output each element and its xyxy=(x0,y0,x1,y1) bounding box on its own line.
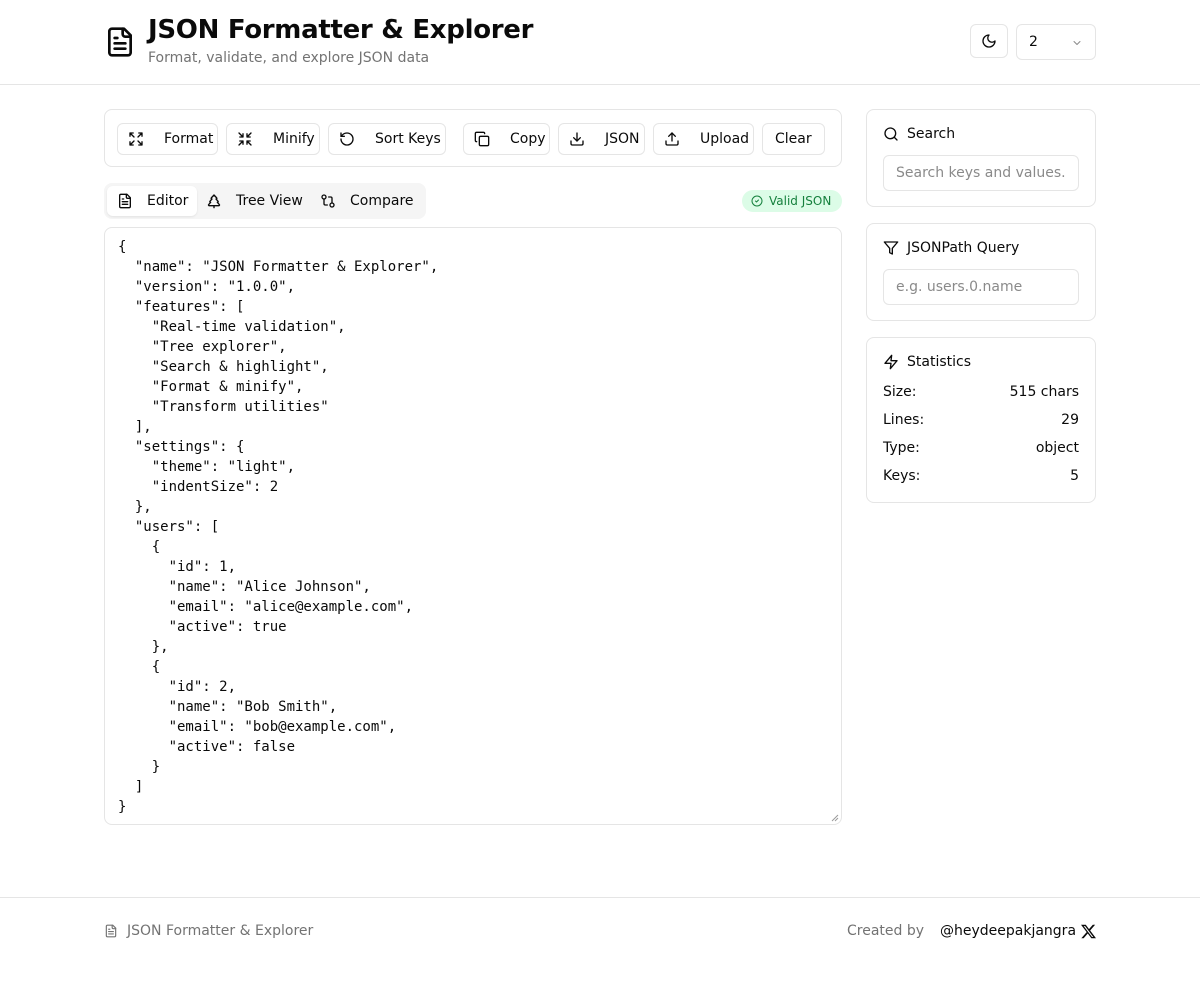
jsonpath-card-header: JSONPath Query xyxy=(883,240,1019,256)
jsonpath-card: JSONPath Query xyxy=(866,223,1096,321)
stat-size-row: Size: 515 chars xyxy=(883,384,1079,400)
tree-icon xyxy=(207,194,221,209)
statistics-card: Statistics Size: 515 chars Lines: 29 Typ… xyxy=(866,337,1096,503)
stat-type-row: Type: object xyxy=(883,440,1079,456)
search-card: Search xyxy=(866,109,1096,207)
moon-icon xyxy=(982,34,996,48)
theme-toggle-button[interactable] xyxy=(970,24,1008,58)
stat-keys-label: Keys: xyxy=(883,468,921,484)
sort-keys-button[interactable]: Sort Keys xyxy=(328,123,446,155)
stat-keys-row: Keys: 5 xyxy=(883,468,1079,484)
download-json-label: JSON xyxy=(605,131,640,147)
download-json-button[interactable]: JSON xyxy=(558,123,645,155)
stat-lines-row: Lines: 29 xyxy=(883,412,1079,428)
resize-handle-icon[interactable] xyxy=(831,814,839,822)
stat-type-value: object xyxy=(1035,440,1079,456)
stat-keys-value: 5 xyxy=(1070,468,1079,484)
tab-compare[interactable]: Compare xyxy=(316,186,422,216)
download-icon xyxy=(570,132,584,146)
footer-created-by: Created by xyxy=(847,923,925,939)
footer-brand-label: JSON Formatter & Explorer xyxy=(127,923,314,939)
shrink-icon xyxy=(238,132,252,146)
upload-label: Upload xyxy=(700,131,750,147)
clear-label: Clear xyxy=(775,131,812,147)
statistics-card-header: Statistics xyxy=(883,354,971,370)
x-logo-icon xyxy=(1081,924,1097,938)
expand-icon xyxy=(129,132,143,146)
git-compare-icon xyxy=(321,194,335,208)
status-badge-label: Valid JSON xyxy=(769,194,832,208)
app-header: JSON Formatter & Explorer Format, valida… xyxy=(0,0,1200,85)
json-editor-content[interactable]: { "name": "JSON Formatter & Explorer", "… xyxy=(118,237,438,817)
search-icon xyxy=(884,127,898,141)
stat-lines-label: Lines: xyxy=(883,412,925,428)
app-footer: JSON Formatter & Explorer Created by @he… xyxy=(0,897,1200,1000)
file-text-icon xyxy=(105,924,117,938)
footer-brand: JSON Formatter & Explorer xyxy=(104,923,313,939)
page-subtitle: Format, validate, and explore JSON data xyxy=(148,50,430,66)
filter-icon xyxy=(883,241,899,255)
tab-tree-view-label: Tree View xyxy=(236,193,303,209)
clear-button[interactable]: Clear xyxy=(762,123,825,155)
stat-type-label: Type: xyxy=(883,440,920,456)
page-title: JSON Formatter & Explorer xyxy=(148,15,534,45)
view-tabs: Editor Tree View Compare xyxy=(104,183,426,219)
jsonpath-card-title: JSONPath Query xyxy=(907,240,1020,256)
tab-editor[interactable]: Editor xyxy=(107,186,197,216)
indent-size-select[interactable]: 2 xyxy=(1016,24,1096,60)
minify-label: Minify xyxy=(273,131,315,147)
minify-button[interactable]: Minify xyxy=(226,123,320,155)
stat-lines-value: 29 xyxy=(1061,412,1079,428)
upload-button[interactable]: Upload xyxy=(653,123,754,155)
check-circle-icon xyxy=(751,195,763,207)
search-card-title: Search xyxy=(907,126,956,142)
tab-tree-view[interactable]: Tree View xyxy=(202,186,312,216)
status-badge: Valid JSON xyxy=(742,190,842,212)
stat-size-label: Size: xyxy=(883,384,917,400)
statistics-card-title: Statistics xyxy=(907,354,971,370)
rotate-ccw-icon xyxy=(340,132,354,146)
search-card-header: Search xyxy=(883,126,955,142)
author-link[interactable]: @heydeepakjangra xyxy=(940,923,1097,939)
copy-label: Copy xyxy=(510,131,546,147)
tab-compare-label: Compare xyxy=(350,193,414,209)
file-text-icon xyxy=(108,27,132,57)
action-toolbar: Format Minify Sort Keys Copy JSON Upload… xyxy=(104,109,842,167)
chevron-down-icon xyxy=(1073,41,1081,45)
author-handle: @heydeepakjangra xyxy=(940,923,1077,939)
jsonpath-query-input[interactable] xyxy=(883,269,1079,305)
upload-icon xyxy=(665,132,679,146)
sort-keys-label: Sort Keys xyxy=(375,131,441,147)
json-editor[interactable]: { "name": "JSON Formatter & Explorer", "… xyxy=(104,227,842,825)
tab-editor-label: Editor xyxy=(147,193,189,209)
file-text-icon xyxy=(119,193,131,209)
format-label: Format xyxy=(164,131,214,147)
copy-button[interactable]: Copy xyxy=(463,123,550,155)
format-button[interactable]: Format xyxy=(117,123,218,155)
indent-size-value: 2 xyxy=(1029,34,1038,50)
stat-size-value: 515 chars xyxy=(1009,384,1079,400)
zap-icon xyxy=(884,354,898,370)
search-input[interactable] xyxy=(883,155,1079,191)
copy-icon xyxy=(474,131,490,147)
